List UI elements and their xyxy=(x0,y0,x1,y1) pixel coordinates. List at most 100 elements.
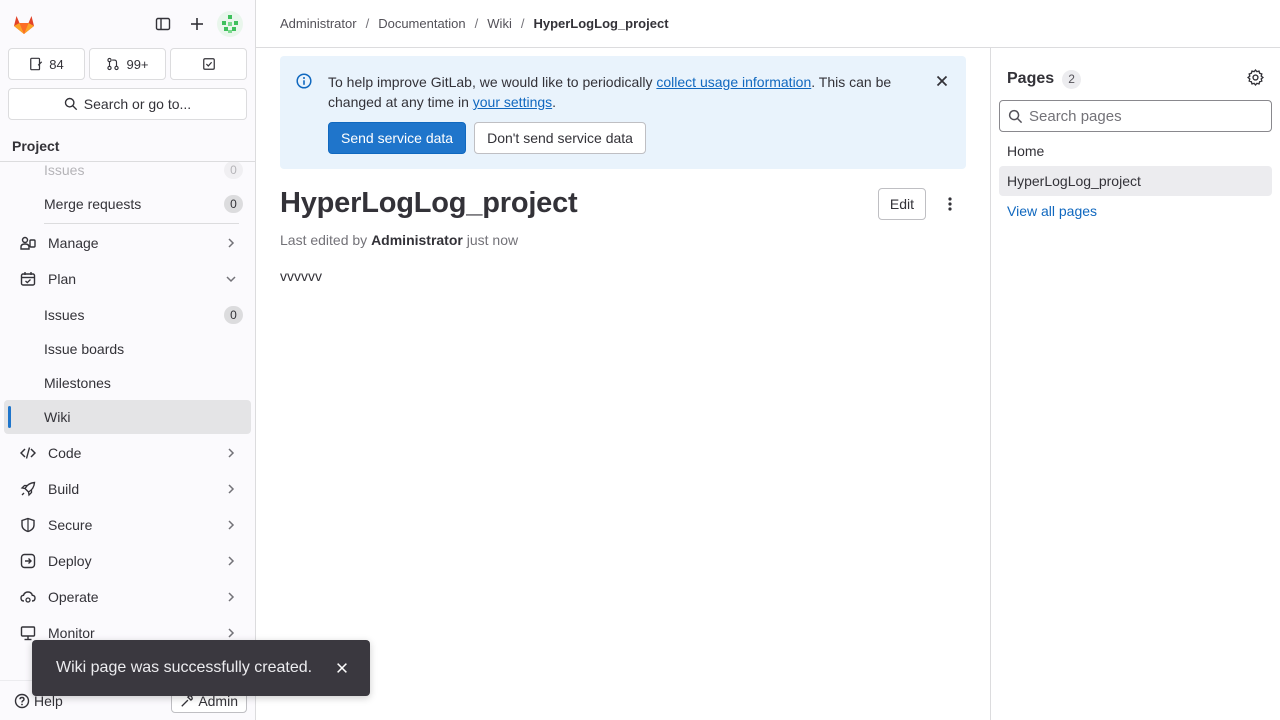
chevron-right-icon xyxy=(223,235,239,251)
send-service-data-button[interactable]: Send service data xyxy=(328,122,467,154)
sidebar-header xyxy=(0,0,255,48)
info-icon xyxy=(296,73,312,92)
chevron-right-icon xyxy=(223,517,239,533)
sidebar-item-label: Milestones xyxy=(44,375,111,391)
sidebar-item-label: Plan xyxy=(48,271,77,287)
code-icon xyxy=(20,445,36,461)
deploy-icon xyxy=(20,553,36,569)
cloud-gear-icon xyxy=(20,589,36,605)
chevron-right-icon xyxy=(223,589,239,605)
count-badge: 0 xyxy=(224,306,243,324)
alert-text-part: To help improve GitLab, we would like to… xyxy=(328,74,657,90)
alert-actions: Send service data Don't send service dat… xyxy=(328,122,950,154)
sidebar-item-plan-issues[interactable]: Issues 0 xyxy=(4,298,251,332)
merge-requests-count: 99+ xyxy=(126,56,149,72)
merge-requests-count-button[interactable]: 99+ xyxy=(89,48,166,80)
count-badge: 0 xyxy=(224,161,243,179)
pages-search-input[interactable] xyxy=(1029,107,1249,125)
search-icon xyxy=(64,97,77,111)
sidebar-item-label: Code xyxy=(48,445,82,461)
sidebar-item-label: Monitor xyxy=(48,625,95,641)
sidebar-item-label: Build xyxy=(48,481,80,497)
gitlab-logo-icon[interactable] xyxy=(8,8,40,40)
meta-prefix: Last edited by xyxy=(280,232,368,248)
more-actions-icon[interactable] xyxy=(934,188,966,220)
rocket-icon xyxy=(20,481,36,497)
breadcrumb-item-administrator[interactable]: Administrator xyxy=(280,16,357,31)
chevron-down-icon xyxy=(223,271,239,287)
page-link-hyperloglog-project[interactable]: HyperLogLog_project xyxy=(999,166,1272,196)
main-content: To help improve GitLab, we would like to… xyxy=(256,48,990,720)
sidebar-counts: 84 99+ xyxy=(0,48,255,80)
breadcrumb-item-current[interactable]: HyperLogLog_project xyxy=(533,16,668,31)
sidebar-item-wiki[interactable]: Wiki xyxy=(4,400,251,434)
todos-button[interactable] xyxy=(170,48,247,80)
breadcrumb-separator: / xyxy=(474,16,479,31)
chevron-right-icon xyxy=(223,553,239,569)
sidebar-item-build[interactable]: Build xyxy=(4,472,251,506)
alert-text-part: . xyxy=(552,94,557,110)
breadcrumb-item-documentation[interactable]: Documentation xyxy=(378,16,465,31)
breadcrumb: Administrator / Documentation / Wiki / H… xyxy=(256,0,1280,48)
sidebar-item-label: Manage xyxy=(48,235,99,251)
sidebar-item-label: Issue boards xyxy=(44,341,125,357)
sidebar-item-merge-requests[interactable]: Merge requests 0 xyxy=(4,187,251,221)
chevron-right-icon xyxy=(223,445,239,461)
merge-request-icon xyxy=(107,57,120,71)
chevron-right-icon xyxy=(223,481,239,497)
search-button[interactable]: Search or go to... xyxy=(8,88,247,120)
sidebar-item-secure[interactable]: Secure xyxy=(4,508,251,542)
sidebar-item-label: Deploy xyxy=(48,553,92,569)
edit-button[interactable]: Edit xyxy=(877,187,926,220)
divider xyxy=(44,223,239,224)
breadcrumb-item-wiki[interactable]: Wiki xyxy=(487,16,512,31)
sidebar-nav: Issues 0 Merge requests 0 Manage Plan Is… xyxy=(0,153,255,650)
last-edited-meta: Last edited by Administrator just now xyxy=(280,232,966,248)
sidebar-item-label: Issues xyxy=(44,162,85,178)
collect-usage-link[interactable]: collect usage information xyxy=(656,74,811,90)
sidebar-item-plan[interactable]: Plan xyxy=(4,262,251,296)
monitor-icon xyxy=(20,625,36,641)
chevron-right-icon xyxy=(223,625,239,641)
breadcrumb-separator: / xyxy=(365,16,370,31)
page-header: HyperLogLog_project Edit xyxy=(280,187,966,220)
page-link-home[interactable]: Home xyxy=(999,136,1272,166)
search-icon xyxy=(1008,109,1023,123)
pages-sidebar: Pages 2 Home HyperLogLog_project View al… xyxy=(990,48,1280,720)
sidebar-item-manage[interactable]: Manage xyxy=(4,226,251,260)
close-icon[interactable] xyxy=(334,660,350,676)
count-badge: 0 xyxy=(224,195,243,213)
left-sidebar: 84 99+ Search or go to... Project Issues… xyxy=(0,0,256,720)
question-icon xyxy=(14,693,30,708)
sidebar-item-milestones[interactable]: Milestones xyxy=(4,366,251,400)
alert-message: To help improve GitLab, we would like to… xyxy=(328,72,950,112)
plus-icon[interactable] xyxy=(181,8,213,40)
sidebar-toggle-icon[interactable] xyxy=(147,8,179,40)
sidebar-item-label: Merge requests xyxy=(44,196,142,212)
avatar[interactable] xyxy=(217,11,243,37)
meta-time: just now xyxy=(466,232,519,248)
your-settings-link[interactable]: your settings xyxy=(473,94,552,110)
close-icon[interactable] xyxy=(934,73,950,92)
sidebar-item-label: Issues xyxy=(44,307,85,323)
issues-icon xyxy=(30,57,43,71)
meta-author[interactable]: Administrator xyxy=(371,232,463,248)
view-all-pages-link[interactable]: View all pages xyxy=(999,196,1272,226)
sidebar-item-code[interactable]: Code xyxy=(4,436,251,470)
sidebar-item-deploy[interactable]: Deploy xyxy=(4,544,251,578)
settings-gear-icon[interactable] xyxy=(1246,69,1265,89)
pages-title: Pages xyxy=(1007,70,1055,87)
pages-list: Home HyperLogLog_project View all pages xyxy=(999,136,1272,226)
sidebar-item-label: Wiki xyxy=(44,409,71,425)
todo-icon xyxy=(202,58,215,70)
issues-count-button[interactable]: 84 xyxy=(8,48,85,80)
pages-search-field[interactable] xyxy=(999,100,1272,132)
sidebar-item-operate[interactable]: Operate xyxy=(4,580,251,614)
dont-send-service-data-button[interactable]: Don't send service data xyxy=(474,122,646,154)
sidebar-item-label: Secure xyxy=(48,517,93,533)
pages-count-badge: 2 xyxy=(1062,69,1082,89)
sidebar-item-label: Operate xyxy=(48,589,99,605)
sidebar-item-issue-boards[interactable]: Issue boards xyxy=(4,332,251,366)
usage-data-alert: To help improve GitLab, we would like to… xyxy=(280,56,966,169)
sidebar-item-issues-faded[interactable]: Issues 0 xyxy=(4,153,251,187)
